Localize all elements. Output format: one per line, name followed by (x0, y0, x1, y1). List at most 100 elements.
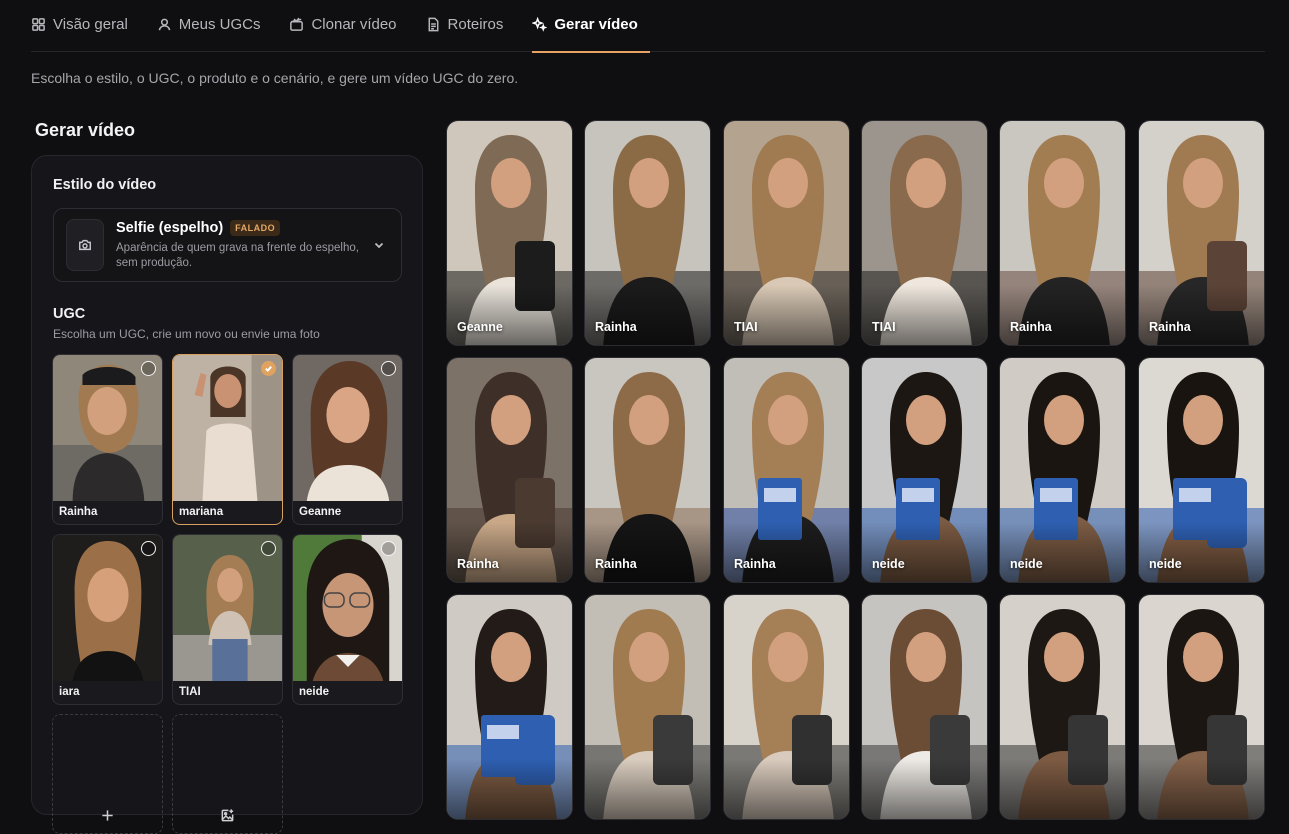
ugc-name: mariana (179, 506, 224, 518)
grid-icon (32, 17, 45, 31)
page-subtitle: Escolha o estilo, o UGC, o produto e o c… (31, 70, 519, 86)
tab-roteiros[interactable]: Roteiros (426, 0, 516, 52)
video-ugc-name: TIAI (872, 320, 896, 334)
tab-gerar-video[interactable]: Gerar vídeo (532, 0, 651, 53)
tab-label: Meus UGCs (178, 15, 261, 33)
tab-label: Visão geral (53, 15, 128, 33)
radio-icon (141, 361, 156, 376)
style-select[interactable]: Selfie (espelho) FALADO Aparência de que… (53, 208, 402, 282)
radio-icon (261, 541, 276, 556)
video-ugc-name: Rainha (734, 557, 776, 571)
video-card[interactable]: neide (861, 357, 988, 583)
ugc-card-mariana[interactable]: mariana (172, 354, 283, 525)
tab-label: Clonar vídeo (311, 15, 397, 33)
caption-shade (1000, 522, 1125, 582)
create-ugc-button[interactable] (52, 714, 163, 834)
caption-shade (724, 522, 849, 582)
tab-clonar-video[interactable]: Clonar vídeo (289, 0, 408, 52)
ugc-card-neide[interactable]: neide (292, 534, 403, 705)
video-ugc-name: neide (1149, 557, 1182, 571)
radio-icon (381, 361, 396, 376)
ugc-name: Geanne (299, 506, 342, 518)
caption-shade (862, 522, 987, 582)
video-card[interactable]: neide (1138, 357, 1265, 583)
video-ugc-name: TIAI (734, 320, 758, 334)
document-icon (428, 17, 438, 31)
ugc-name: neide (299, 686, 330, 698)
video-card[interactable]: Rainha (999, 120, 1126, 346)
caption-shade (862, 759, 987, 819)
style-info: Selfie (espelho) FALADO Aparência de que… (116, 219, 366, 271)
video-ugc-name: neide (1010, 557, 1043, 571)
style-badge: FALADO (230, 219, 281, 236)
video-ugc-name: Geanne (457, 320, 503, 334)
clapper-icon (290, 17, 304, 31)
video-card[interactable] (723, 594, 850, 820)
video-card[interactable] (1138, 594, 1265, 820)
video-ugc-name: Rainha (595, 320, 637, 334)
caption-shade (447, 522, 572, 582)
video-card[interactable] (584, 594, 711, 820)
video-card[interactable]: TIAI (723, 120, 850, 346)
ugc-photo (53, 535, 162, 681)
tab-label: Roteiros (447, 15, 504, 33)
caption-shade (447, 759, 572, 819)
caption-shade (585, 285, 710, 345)
tab-visao-geral[interactable]: Visão geral (31, 0, 140, 52)
tab-bar: Visão geral Meus UGCs Clonar vídeo Rotei… (31, 0, 1265, 53)
ugc-photo (293, 535, 402, 681)
ugc-name: TIAI (179, 686, 201, 698)
video-ugc-name: Rainha (595, 557, 637, 571)
ugc-card-geanne[interactable]: Geanne (292, 354, 403, 525)
caption-shade (585, 759, 710, 819)
ugc-card-tiai[interactable]: TIAI (172, 534, 283, 705)
video-card[interactable]: Geanne (446, 120, 573, 346)
ugc-card-rainha[interactable]: Rainha (52, 354, 163, 525)
ugc-photo (53, 355, 162, 501)
ugc-section-title: UGC (53, 306, 86, 322)
caption-shade (1000, 285, 1125, 345)
sparkles-icon (532, 16, 548, 32)
ugc-name: iara (59, 686, 80, 698)
ugc-section-subtitle: Escolha um UGC, crie um novo ou envie um… (53, 327, 320, 341)
tab-label: Gerar vídeo (554, 15, 638, 33)
ugc-card-iara[interactable]: iara (52, 534, 163, 705)
caption-shade (724, 759, 849, 819)
caption-shade (1000, 759, 1125, 819)
video-card[interactable]: Rainha (446, 357, 573, 583)
video-ugc-name: Rainha (457, 557, 499, 571)
camera-icon (79, 239, 91, 251)
ugc-photo (173, 355, 282, 501)
generate-panel: Estilo do vídeo Selfie (espelho) FALADO … (31, 155, 423, 834)
chevron-down-icon (374, 242, 384, 249)
video-card[interactable] (861, 594, 988, 820)
video-card[interactable]: neide (999, 357, 1126, 583)
caption-shade (447, 285, 572, 345)
video-ugc-name: Rainha (1010, 320, 1052, 334)
style-section-title: Estilo do vídeo (53, 177, 157, 193)
caption-shade (724, 285, 849, 345)
video-card[interactable] (446, 594, 573, 820)
video-card[interactable]: Rainha (1138, 120, 1265, 346)
upload-photo-button[interactable] (172, 714, 283, 834)
ugc-photo (293, 355, 402, 501)
ugc-photo (173, 535, 282, 681)
page-title: Gerar vídeo (35, 120, 136, 140)
tab-meus-ugcs[interactable]: Meus UGCs (157, 0, 273, 52)
caption-shade (1139, 759, 1264, 819)
radio-icon (381, 541, 396, 556)
video-card[interactable]: Rainha (584, 120, 711, 346)
image-plus-icon (221, 809, 234, 822)
video-card[interactable]: Rainha (584, 357, 711, 583)
video-card[interactable]: Rainha (723, 357, 850, 583)
style-name-row: Selfie (espelho) FALADO (116, 219, 366, 236)
plus-icon (102, 810, 113, 821)
style-description: Aparência de quem grava na frente do esp… (116, 241, 359, 269)
video-card[interactable]: TIAI (861, 120, 988, 346)
caption-shade (1139, 285, 1264, 345)
caption-shade (862, 285, 987, 345)
video-ugc-name: Rainha (1149, 320, 1191, 334)
style-name: Selfie (espelho) (116, 219, 224, 236)
caption-shade (1139, 522, 1264, 582)
video-card[interactable] (999, 594, 1126, 820)
